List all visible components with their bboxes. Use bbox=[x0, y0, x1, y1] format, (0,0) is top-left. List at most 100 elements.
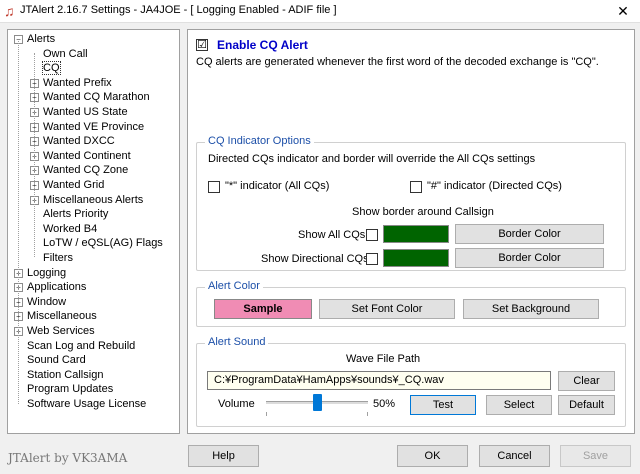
help-button[interactable]: Help bbox=[188, 445, 259, 467]
tree-item-station-callsign[interactable]: Station Callsign bbox=[27, 368, 103, 382]
tree-item-cq[interactable]: CQ bbox=[42, 61, 61, 76]
save-button[interactable]: Save bbox=[560, 445, 631, 467]
slider-tick bbox=[266, 412, 267, 416]
volume-slider[interactable] bbox=[266, 394, 368, 416]
tree-item-label: Web Services bbox=[27, 325, 95, 337]
tree-item-wanted-grid[interactable]: + Wanted Grid bbox=[30, 178, 105, 192]
tree-item-program-updates[interactable]: Program Updates bbox=[27, 382, 113, 396]
override-note: Directed CQs indicator and border will o… bbox=[208, 153, 536, 165]
tree-item-label: Scan Log and Rebuild bbox=[27, 339, 136, 352]
directional-cqs-border-swatch bbox=[383, 249, 449, 267]
set-background-button[interactable]: Set Background bbox=[463, 299, 599, 319]
tree-connector bbox=[34, 52, 35, 257]
wave-file-path-input[interactable]: C:¥ProgramData¥HamApps¥sounds¥_CQ.wav bbox=[207, 371, 551, 390]
slider-tick bbox=[367, 412, 368, 416]
directed-cqs-indicator-label: "#" indicator (Directed CQs) bbox=[427, 180, 562, 192]
tree-item-wanted-cq-zone[interactable]: + Wanted CQ Zone bbox=[30, 163, 129, 177]
ok-button[interactable]: OK bbox=[397, 445, 468, 467]
tree-item-web-services[interactable]: + Web Services bbox=[14, 324, 95, 338]
set-font-color-button[interactable]: Set Font Color bbox=[319, 299, 455, 319]
tree-item-label: Worked B4 bbox=[43, 222, 98, 235]
tree-item-scan-log-and-rebuild[interactable]: Scan Log and Rebuild bbox=[27, 339, 135, 353]
music-note-icon: ♫ bbox=[4, 3, 15, 19]
tree-item-label: Miscellaneous Alerts bbox=[43, 193, 144, 206]
tree-item-label: Logging bbox=[27, 266, 67, 279]
volume-value: 50% bbox=[373, 398, 396, 410]
tree-item-miscellaneous[interactable]: + Miscellaneous bbox=[14, 309, 97, 323]
alert-color-sample: Sample bbox=[214, 299, 312, 319]
tree-item-software-usage-license[interactable]: Software Usage License bbox=[27, 397, 146, 411]
wave-file-heading: Wave File Path bbox=[346, 353, 421, 365]
border-heading: Show border around Callsign bbox=[352, 206, 494, 218]
tree-item-label: Software Usage License bbox=[27, 398, 147, 410]
tree-item-sound-card[interactable]: Sound Card bbox=[27, 353, 86, 367]
show-all-cqs-label: Show All CQs bbox=[298, 229, 366, 241]
all-cqs-border-color-button[interactable]: Border Color bbox=[455, 224, 604, 244]
tree-item-own-call[interactable]: Own Call bbox=[43, 47, 88, 61]
tree-item-label: Station Callsign bbox=[27, 368, 104, 381]
tree-connector bbox=[18, 41, 19, 404]
group-title: Alert Sound bbox=[205, 336, 269, 348]
enable-cq-alert-label: Enable CQ Alert bbox=[217, 38, 308, 52]
tree-item-wanted-cq-marathon[interactable]: + Wanted CQ Marathon bbox=[30, 90, 150, 104]
tree-item-label: Window bbox=[27, 295, 67, 308]
tree-item-label: Wanted DXCC bbox=[43, 135, 115, 148]
tree-item-label: Wanted CQ Zone bbox=[43, 164, 129, 177]
cq-description: CQ alerts are generated whenever the fir… bbox=[196, 56, 599, 68]
clear-button[interactable]: Clear bbox=[558, 371, 615, 391]
tree-item-lotw-eqsl-ag-flags[interactable]: LoTW / eQSL(AG) Flags bbox=[43, 236, 163, 250]
tree-item-alerts[interactable]: − Alerts bbox=[14, 32, 56, 46]
show-directional-cqs-label: Show Directional CQs bbox=[261, 253, 369, 265]
tree-item-label: Own Call bbox=[43, 47, 88, 60]
settings-tree[interactable]: − Alerts Own Call CQ + Wanted Prefix + Wanted C… bbox=[7, 29, 180, 434]
tree-item-filters[interactable]: Filters bbox=[43, 251, 73, 265]
tree-item-label: Program Updates bbox=[27, 383, 114, 396]
tree-item-label: Sound Card bbox=[27, 354, 86, 367]
tree-item-logging[interactable]: + Logging bbox=[14, 266, 67, 280]
tree-item-wanted-ve-province[interactable]: + Wanted VE Province bbox=[30, 120, 145, 134]
enable-cq-checkbox[interactable]: ☑ bbox=[196, 39, 208, 51]
brand-label: JTAlert by VK3AMA bbox=[8, 451, 128, 465]
tree-item-applications[interactable]: + Applications bbox=[14, 280, 87, 294]
show-directional-cqs-checkbox[interactable] bbox=[366, 253, 378, 265]
alert-sound-group: Alert Sound Wave File Path C:¥ProgramDat… bbox=[196, 336, 626, 427]
all-cqs-border-swatch bbox=[383, 225, 449, 243]
tree-item-wanted-prefix[interactable]: + Wanted Prefix bbox=[30, 76, 112, 90]
tree-item-label: Applications bbox=[27, 281, 87, 294]
directional-cqs-border-color-button[interactable]: Border Color bbox=[455, 248, 604, 268]
close-button[interactable]: ✕ bbox=[606, 0, 640, 22]
cancel-button[interactable]: Cancel bbox=[479, 445, 550, 467]
tree-item-label: LoTW / eQSL(AG) Flags bbox=[43, 237, 163, 250]
tree-item-alerts-priority[interactable]: Alerts Priority bbox=[43, 207, 108, 221]
tree-item-label: CQ bbox=[42, 61, 61, 76]
tree-item-label: Wanted VE Province bbox=[43, 120, 145, 133]
default-sound-button[interactable]: Default bbox=[558, 395, 615, 415]
group-title: Alert Color bbox=[205, 280, 263, 292]
tree-item-miscellaneous-alerts[interactable]: + Miscellaneous Alerts bbox=[30, 193, 144, 207]
tree-item-label: Wanted Prefix bbox=[43, 76, 112, 89]
tree-item-label: Wanted Grid bbox=[43, 179, 105, 191]
tree-item-label: Miscellaneous bbox=[27, 310, 97, 323]
tree-item-window[interactable]: + Window bbox=[14, 295, 67, 309]
tree-item-label: Alerts Priority bbox=[43, 208, 109, 221]
cq-indicator-options-group: CQ Indicator Options Directed CQs indica… bbox=[196, 135, 626, 271]
volume-slider-thumb[interactable] bbox=[313, 394, 322, 411]
group-title: CQ Indicator Options bbox=[205, 135, 314, 147]
test-sound-button[interactable]: Test bbox=[410, 395, 476, 415]
directed-cqs-indicator-checkbox[interactable] bbox=[410, 181, 422, 193]
all-cqs-indicator-label: "*" indicator (All CQs) bbox=[225, 180, 330, 192]
select-sound-button[interactable]: Select bbox=[486, 395, 552, 415]
title-bar: ♫ JTAlert 2.16.7 Settings - JA4JOE - [ L… bbox=[0, 0, 640, 23]
tree-item-wanted-us-state[interactable]: + Wanted US State bbox=[30, 105, 128, 119]
tree-item-label: Alerts bbox=[27, 33, 56, 45]
tree-item-worked-b4[interactable]: Worked B4 bbox=[43, 222, 97, 236]
show-all-cqs-checkbox[interactable] bbox=[366, 229, 378, 241]
tree-item-wanted-continent[interactable]: + Wanted Continent bbox=[30, 149, 131, 163]
tree-item-label: Wanted CQ Marathon bbox=[43, 91, 150, 104]
tree-item-wanted-dxcc[interactable]: + Wanted DXCC bbox=[30, 134, 115, 148]
alert-color-group: Alert Color Sample Set Font Color Set Ba… bbox=[196, 280, 626, 327]
cq-settings-panel: ☑ Enable CQ Alert CQ alerts are generate… bbox=[187, 29, 635, 434]
volume-label: Volume bbox=[218, 398, 255, 410]
all-cqs-indicator-checkbox[interactable] bbox=[208, 181, 220, 193]
tree-item-label: Wanted Continent bbox=[43, 149, 131, 162]
